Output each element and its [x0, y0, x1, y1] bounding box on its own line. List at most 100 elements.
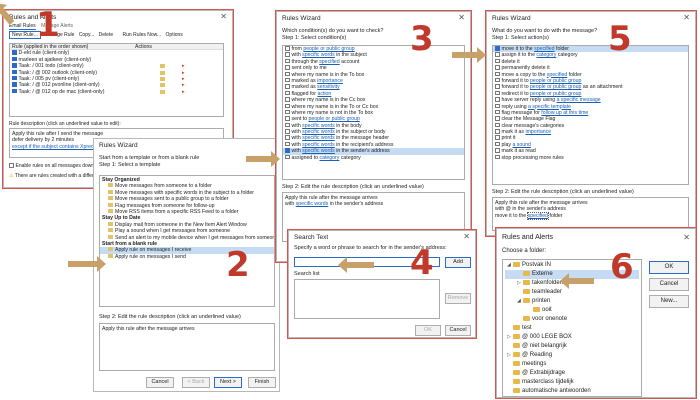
condition-row-link[interactable]: specific words [302, 148, 335, 154]
new-folder-button[interactable]: New... [649, 295, 689, 308]
folder-item[interactable]: teamleader [505, 288, 639, 297]
run-rules-now-button[interactable]: Run Rules Now... [123, 32, 162, 38]
rule-enabled-checkbox[interactable] [12, 75, 17, 81]
rule-enabled-checkbox[interactable] [12, 50, 17, 55]
folder-item[interactable]: meetings [505, 360, 639, 369]
close-icon[interactable]: ✕ [458, 13, 465, 22]
action-row-checkbox[interactable] [495, 77, 500, 83]
action-row-link[interactable]: category [536, 52, 556, 58]
cancel-button[interactable]: Cancel [649, 278, 689, 291]
action-row-checkbox[interactable] [495, 141, 500, 147]
rule-enabled-checkbox[interactable] [12, 69, 17, 75]
condition-row-checkbox[interactable] [285, 116, 290, 121]
folder-item[interactable]: automatische antwoorden [505, 387, 639, 396]
search-list[interactable] [294, 279, 440, 319]
condition-row-checkbox[interactable] [285, 122, 290, 128]
condition-row-checkbox[interactable] [285, 103, 290, 109]
action-row-checkbox[interactable] [495, 46, 500, 51]
remove-button[interactable]: Remove [445, 293, 471, 304]
action-row-checkbox[interactable] [495, 135, 500, 140]
condition-row-link[interactable]: people or public group [303, 46, 354, 52]
action-row-link[interactable]: people or public group [530, 78, 581, 84]
close-icon[interactable]: ✕ [683, 233, 690, 242]
close-icon[interactable]: ✕ [220, 12, 227, 21]
condition-row-checkbox[interactable] [285, 90, 290, 96]
delete-button[interactable]: Delete [99, 32, 113, 38]
condition-row-link[interactable]: specific words [302, 135, 335, 141]
folder-item[interactable]: @ niet belangrijk [505, 342, 639, 351]
options-button[interactable]: Options [166, 32, 183, 38]
action-row-checkbox[interactable] [495, 58, 500, 64]
action-row-link[interactable]: specified [547, 72, 567, 78]
condition-row-checkbox[interactable] [285, 148, 290, 153]
folder-item[interactable]: ▷ @ Reading [505, 351, 639, 360]
rule-enabled-checkbox[interactable] [12, 82, 17, 87]
folder-item[interactable]: ◢ printen [505, 297, 639, 306]
condition-row-checkbox[interactable] [285, 58, 290, 64]
rule-row[interactable]: Taak: / @ 012 op de mac (client-only) ▸ [10, 88, 223, 95]
tab-email-rules[interactable]: Email Rules [9, 23, 36, 30]
action-row-checkbox[interactable] [495, 148, 500, 153]
condition-row-link[interactable]: specific words [302, 129, 335, 135]
condition-row-checkbox[interactable] [285, 84, 290, 89]
action-row-checkbox[interactable] [495, 129, 500, 134]
condition-row-link[interactable]: people or public group [309, 116, 360, 122]
copy-button[interactable]: Copy... [79, 32, 94, 38]
cancel-button[interactable]: Cancel [146, 377, 174, 388]
condition-row-link[interactable]: specific words [302, 142, 335, 148]
action-row-checkbox[interactable] [495, 71, 500, 77]
next-button[interactable]: Next > [214, 377, 242, 388]
action-row-link[interactable]: people or public group [530, 91, 581, 97]
condition-row-checkbox[interactable] [285, 154, 290, 160]
condition-row-checkbox[interactable] [285, 77, 290, 83]
specified-folder-link[interactable]: specified [526, 211, 550, 220]
folder-item[interactable]: voor onenote [505, 315, 639, 324]
action-row-checkbox[interactable] [495, 103, 500, 109]
action-row-checkbox[interactable] [495, 154, 500, 160]
cancel-button[interactable]: Cancel [445, 325, 471, 336]
action-row[interactable]: stop processing more rules [493, 154, 688, 161]
action-row-checkbox[interactable] [495, 122, 500, 128]
rule-enabled-checkbox[interactable] [12, 56, 17, 62]
action-row-checkbox[interactable] [495, 84, 500, 89]
close-icon[interactable]: ✕ [463, 232, 470, 241]
folder-item[interactable]: ▷ @ 000 LEGE BOX [505, 333, 639, 342]
condition-row-checkbox[interactable] [285, 71, 290, 77]
action-row-link[interactable]: a sound [512, 142, 530, 148]
action-row-link[interactable]: a specific template [528, 104, 571, 110]
ok-button[interactable]: OK [649, 261, 689, 274]
action-row-checkbox[interactable] [495, 116, 500, 121]
condition-row-checkbox[interactable] [285, 97, 290, 102]
action-row-checkbox[interactable] [495, 65, 500, 70]
desc-link[interactable]: except if the subject contains Xprecht [12, 144, 98, 150]
condition-row-checkbox[interactable] [285, 46, 290, 51]
action-row-checkbox[interactable] [495, 52, 500, 57]
condition-row-link[interactable]: specified [319, 59, 339, 65]
folder-item[interactable]: masterclass tijdelijk [505, 378, 639, 387]
ok-button[interactable]: OK [415, 325, 441, 336]
condition-row[interactable]: assigned to category category [283, 154, 464, 161]
rule-enabled-checkbox[interactable] [12, 88, 17, 94]
specific-words-link[interactable]: specific words [296, 201, 329, 207]
condition-row-checkbox[interactable] [285, 65, 290, 70]
action-row-link[interactable]: a specific message [557, 97, 601, 103]
condition-row-link[interactable]: sensitivity [317, 84, 340, 90]
folder-item[interactable]: ooit [505, 306, 639, 315]
condition-row-link[interactable]: action [317, 91, 331, 97]
action-row-checkbox[interactable] [495, 97, 500, 102]
condition-row-checkbox[interactable] [285, 129, 290, 134]
condition-row-link[interactable]: importance [317, 78, 343, 84]
condition-row-link[interactable]: specific words [302, 123, 335, 129]
finish-button[interactable]: Finish [248, 377, 276, 388]
condition-row-checkbox[interactable] [285, 135, 290, 140]
rule-enabled-checkbox[interactable] [12, 63, 17, 68]
condition-row-link[interactable]: specific words [302, 52, 335, 58]
condition-row-checkbox[interactable] [285, 52, 290, 57]
action-row-checkbox[interactable] [495, 109, 500, 115]
folder-item[interactable]: test [505, 324, 639, 333]
condition-row-link[interactable]: category [319, 155, 339, 161]
add-button[interactable]: Add [445, 257, 471, 268]
enable-rss-checkbox[interactable] [9, 163, 14, 168]
action-row-link[interactable]: follow up at this time [541, 110, 588, 116]
close-icon[interactable]: ✕ [683, 13, 690, 22]
